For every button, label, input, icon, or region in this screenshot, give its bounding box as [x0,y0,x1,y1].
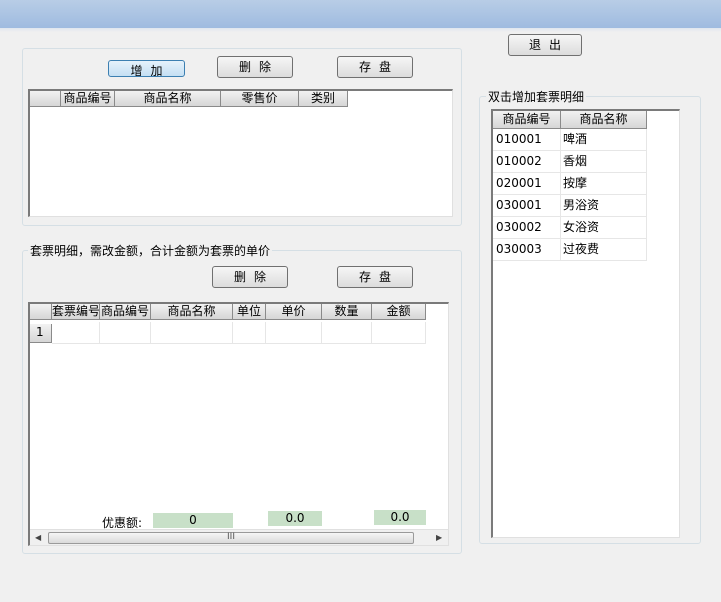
horizontal-scrollbar[interactable]: ◀ III ▶ [30,529,448,545]
table-cell[interactable]: 按摩 [561,173,647,195]
right-panel-label: 双击增加套票明细 [486,88,587,105]
column-header[interactable]: 商品编号 [100,304,151,320]
package-detail-grid[interactable]: 套票编号 商品编号 商品名称 单位 单价 数量 金额 1 优惠额: 0 0.0 … [28,302,449,546]
amount-total: 0.0 [374,510,426,525]
table-cell[interactable] [100,322,151,344]
table-cell[interactable]: 020001 [493,173,561,195]
column-header[interactable]: 数量 [322,304,372,320]
table-cell[interactable]: 030003 [493,239,561,261]
add-button[interactable]: 增加 [108,60,185,77]
grid-corner-header [30,91,61,107]
table-cell[interactable]: 010001 [493,129,561,151]
table-cell[interactable] [372,322,426,344]
column-header[interactable]: 单位 [233,304,266,320]
products-list-grid[interactable]: 商品编号 商品名称 010001 010002 020001 030001 03… [491,109,680,538]
scroll-right-icon[interactable]: ▶ [436,533,442,543]
title-bar-shadow [0,28,721,32]
delete-detail-button[interactable]: 删除 [212,266,288,288]
column-header[interactable]: 金额 [372,304,426,320]
row-header[interactable]: 1 [30,324,52,343]
products-grid[interactable]: 商品编号 商品名称 零售价 类别 [28,89,453,217]
exit-button[interactable]: 退出 [508,34,582,56]
table-cell[interactable]: 女浴资 [561,217,647,239]
table-cell[interactable] [322,322,372,344]
table-cell[interactable] [151,322,233,344]
column-header[interactable]: 零售价 [221,91,299,107]
delete-button[interactable]: 删除 [217,56,293,78]
table-cell[interactable] [233,322,266,344]
column-header[interactable]: 商品名称 [561,111,647,129]
discount-value[interactable]: 0 [153,513,233,528]
column-header[interactable]: 套票编号 [52,304,100,320]
scroll-left-icon[interactable]: ◀ [35,533,41,543]
table-cell[interactable]: 010002 [493,151,561,173]
package-detail-label: 套票明细，需改金额，合计金额为套票的单价 [28,242,273,259]
save-button[interactable]: 存盘 [337,56,413,78]
table-cell[interactable]: 香烟 [561,151,647,173]
table-cell[interactable]: 男浴资 [561,195,647,217]
table-cell[interactable]: 030002 [493,217,561,239]
table-cell[interactable] [52,322,100,344]
save-detail-button[interactable]: 存盘 [337,266,413,288]
table-cell[interactable]: 过夜费 [561,239,647,261]
scrollbar-thumb[interactable]: III [48,532,414,544]
unit-price-total: 0.0 [268,511,322,526]
table-cell[interactable]: 啤酒 [561,129,647,151]
grid-corner-header [30,304,52,320]
column-header[interactable]: 类别 [299,91,348,107]
column-header[interactable]: 单价 [266,304,322,320]
title-bar [0,0,721,28]
column-header[interactable]: 商品名称 [115,91,221,107]
column-header[interactable]: 商品名称 [151,304,233,320]
table-cell[interactable]: 030001 [493,195,561,217]
table-cell[interactable] [266,322,322,344]
column-header[interactable]: 商品编号 [61,91,115,107]
column-header[interactable]: 商品编号 [493,111,561,129]
